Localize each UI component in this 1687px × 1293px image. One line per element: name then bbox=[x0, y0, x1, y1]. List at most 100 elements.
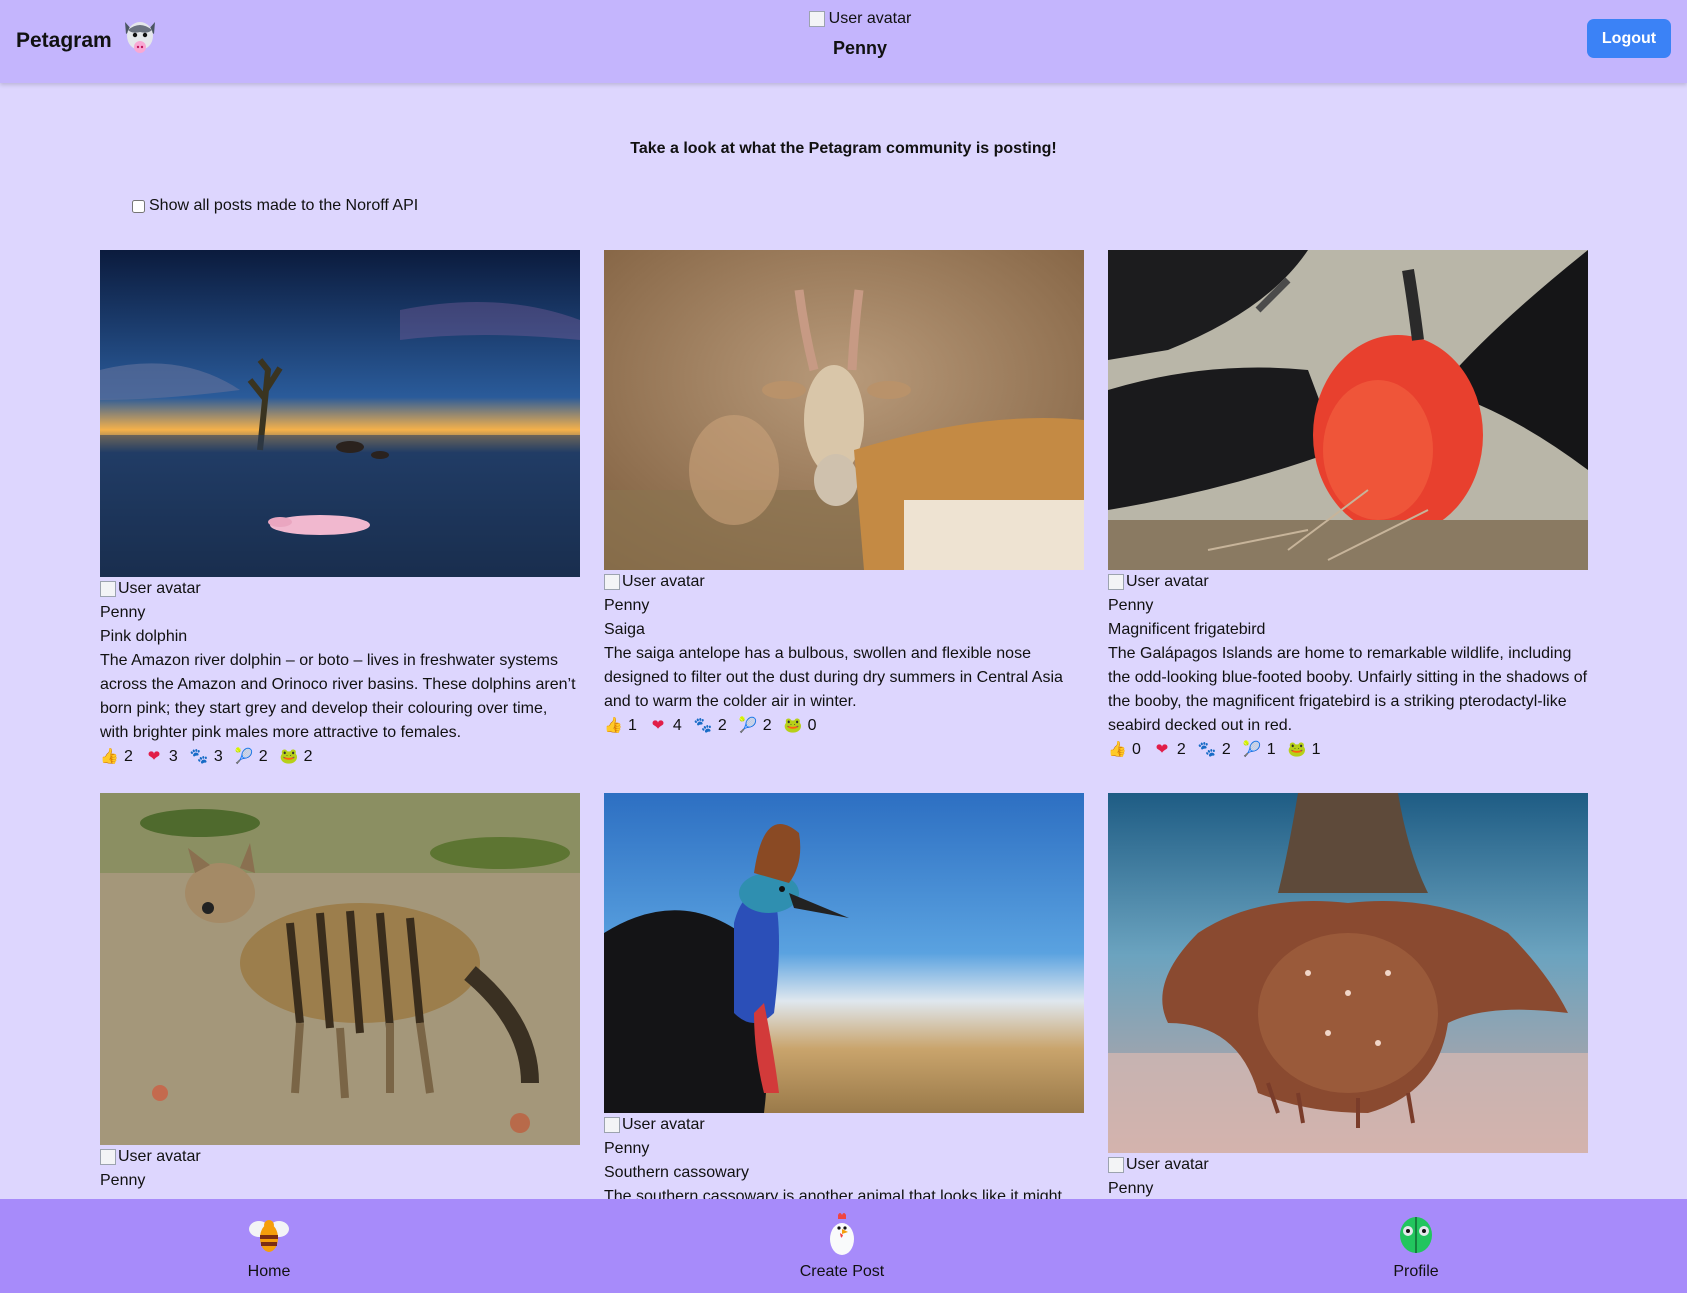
post-reactions: 👍 2 ❤ 3 🐾 3 🎾 2 🐸 2 bbox=[100, 745, 580, 769]
post-title: Southern cassowary bbox=[604, 1164, 749, 1181]
ball-icon[interactable]: 🎾 bbox=[739, 714, 758, 738]
broken-image-icon bbox=[604, 574, 620, 590]
reaction-count: 1 bbox=[1266, 741, 1276, 758]
heart-icon[interactable]: ❤ bbox=[1153, 738, 1171, 762]
reaction-count: 3 bbox=[168, 748, 178, 765]
broken-image-icon bbox=[808, 11, 825, 27]
nav-home[interactable]: Home bbox=[169, 1211, 369, 1281]
broken-image-icon bbox=[100, 1149, 116, 1165]
reaction-count: 2 bbox=[1176, 741, 1186, 758]
feed-intro: Take a look at what the Petagram communi… bbox=[630, 140, 1057, 157]
post-avatar: User avatar bbox=[604, 1113, 1084, 1137]
nav-profile[interactable]: Profile bbox=[1316, 1211, 1516, 1281]
paw-icon[interactable]: 🐾 bbox=[694, 714, 713, 738]
post-title: Pink dolphin bbox=[100, 628, 188, 645]
reaction-count: 2 bbox=[762, 717, 772, 734]
post-image[interactable] bbox=[100, 250, 580, 577]
logout-button[interactable]: Logout bbox=[1587, 19, 1671, 58]
post-card[interactable]: User avatar Penny Southern cassowary The… bbox=[604, 793, 1084, 1209]
thumbs-up-icon[interactable]: 👍 bbox=[1108, 738, 1127, 762]
post-title: Magnificent frigatebird bbox=[1108, 621, 1266, 638]
reaction-count: 1 bbox=[628, 717, 637, 734]
frog-icon[interactable]: 🐸 bbox=[280, 745, 299, 769]
post-body: The Galápagos Islands are home to remark… bbox=[1108, 645, 1588, 734]
post-card[interactable]: User avatar Penny bbox=[100, 793, 580, 1193]
post-author[interactable]: Penny bbox=[100, 1169, 580, 1193]
nav-profile-label: Profile bbox=[1393, 1263, 1439, 1280]
header-avatar-alt: User avatar bbox=[828, 10, 912, 27]
frog-icon[interactable]: 🐸 bbox=[784, 714, 803, 738]
thumbs-up-icon[interactable]: 👍 bbox=[604, 714, 623, 738]
chicken-icon bbox=[830, 1213, 854, 1255]
post-author[interactable]: Penny bbox=[604, 1137, 1084, 1161]
chameleon-icon bbox=[1400, 1217, 1432, 1253]
post-image[interactable] bbox=[1108, 250, 1588, 570]
post-reactions: 👍 1 ❤ 4 🐾 2 🎾 2 🐸 0 bbox=[604, 714, 1084, 738]
ball-icon[interactable]: 🎾 bbox=[1243, 738, 1262, 762]
nav-create-post-label: Create Post bbox=[799, 1263, 885, 1280]
reaction-count: 0 bbox=[807, 717, 817, 734]
bottom-navigation: Home Create Post Profile bbox=[0, 1199, 1687, 1293]
post-image[interactable] bbox=[604, 793, 1084, 1113]
possum-logo-icon bbox=[124, 22, 155, 53]
post-avatar: User avatar bbox=[604, 570, 1084, 594]
post-avatar: User avatar bbox=[1108, 570, 1588, 594]
thumbs-up-icon[interactable]: 👍 bbox=[100, 745, 119, 769]
bee-icon bbox=[249, 1220, 289, 1252]
heart-icon[interactable]: ❤ bbox=[649, 714, 667, 738]
post-card[interactable]: User avatar Penny Pink dolphin The Amazo… bbox=[100, 250, 580, 769]
post-card[interactable]: User avatar Penny bbox=[1108, 793, 1588, 1201]
header-user-name: Penny bbox=[832, 38, 888, 58]
reaction-count: 3 bbox=[213, 748, 223, 765]
reaction-count: 0 bbox=[1132, 741, 1141, 758]
reaction-count: 2 bbox=[258, 748, 268, 765]
current-user: User avatar Penny bbox=[790, 10, 930, 59]
show-all-posts-filter[interactable]: Show all posts made to the Noroff API bbox=[132, 197, 418, 215]
post-avatar-alt: User avatar bbox=[622, 573, 705, 590]
heart-icon[interactable]: ❤ bbox=[145, 745, 163, 769]
post-author[interactable]: Penny bbox=[604, 594, 1084, 618]
reaction-count: 2 bbox=[124, 748, 133, 765]
brand-name: Petagram bbox=[16, 29, 112, 52]
post-author[interactable]: Penny bbox=[100, 601, 580, 625]
broken-image-icon bbox=[100, 581, 116, 597]
post-image[interactable] bbox=[100, 793, 580, 1145]
nav-create-post[interactable]: Create Post bbox=[742, 1211, 942, 1281]
paw-icon[interactable]: 🐾 bbox=[1198, 738, 1217, 762]
reaction-count: 2 bbox=[1221, 741, 1231, 758]
post-avatar-alt: User avatar bbox=[1126, 573, 1209, 590]
post-card[interactable]: User avatar Penny Magnificent frigatebir… bbox=[1108, 250, 1588, 762]
top-bar: Petagram User avatar Penny Logout bbox=[0, 0, 1687, 83]
post-avatar: User avatar bbox=[1108, 1153, 1588, 1177]
post-avatar-alt: User avatar bbox=[1126, 1156, 1209, 1173]
post-body: The Amazon river dolphin – or boto – liv… bbox=[100, 652, 576, 741]
post-avatar-alt: User avatar bbox=[622, 1116, 705, 1133]
post-body: The saiga antelope has a bulbous, swolle… bbox=[604, 645, 1063, 710]
ball-icon[interactable]: 🎾 bbox=[235, 745, 254, 769]
brand: Petagram bbox=[16, 22, 158, 58]
post-avatar: User avatar bbox=[100, 577, 580, 601]
post-author[interactable]: Penny bbox=[1108, 1177, 1588, 1201]
post-image[interactable] bbox=[604, 250, 1084, 570]
broken-image-icon bbox=[604, 1117, 620, 1133]
post-image[interactable] bbox=[1108, 793, 1588, 1153]
show-all-posts-checkbox[interactable] bbox=[132, 199, 145, 213]
post-avatar: User avatar bbox=[100, 1145, 580, 1169]
frog-icon[interactable]: 🐸 bbox=[1288, 738, 1307, 762]
nav-home-label: Home bbox=[247, 1263, 291, 1280]
broken-image-icon bbox=[1108, 574, 1124, 590]
post-author[interactable]: Penny bbox=[1108, 594, 1588, 618]
post-card[interactable]: User avatar Penny Saiga The saiga antelo… bbox=[604, 250, 1084, 738]
paw-icon[interactable]: 🐾 bbox=[190, 745, 209, 769]
post-reactions: 👍 0 ❤ 2 🐾 2 🎾 1 🐸 1 bbox=[1108, 738, 1588, 762]
reaction-count: 2 bbox=[303, 748, 313, 765]
reaction-count: 2 bbox=[717, 717, 727, 734]
show-all-posts-label: Show all posts made to the Noroff API bbox=[149, 197, 419, 214]
post-avatar-alt: User avatar bbox=[118, 580, 201, 597]
header-avatar: User avatar bbox=[790, 10, 930, 28]
post-title: Saiga bbox=[604, 621, 645, 638]
broken-image-icon bbox=[1108, 1157, 1124, 1173]
reaction-count: 1 bbox=[1311, 741, 1321, 758]
post-avatar-alt: User avatar bbox=[118, 1148, 201, 1165]
reaction-count: 4 bbox=[672, 717, 682, 734]
